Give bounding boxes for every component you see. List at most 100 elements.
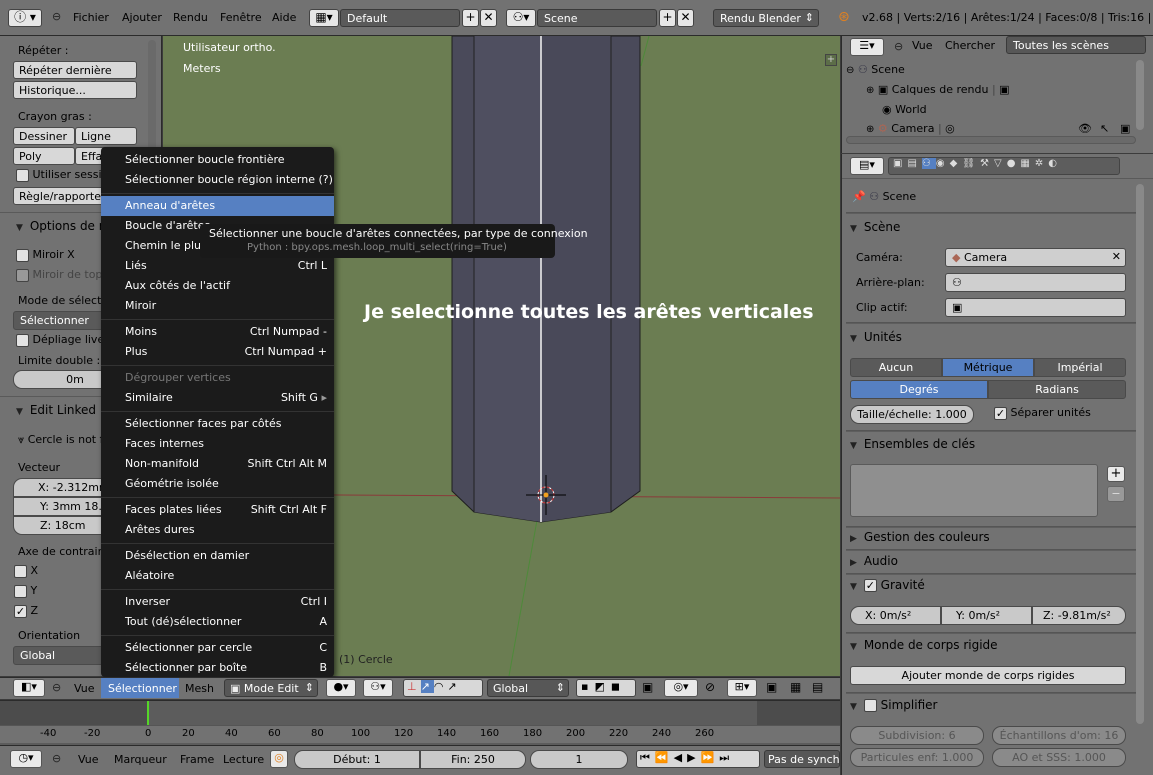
viewport-menu-select[interactable]: Sélectionner — [101, 678, 179, 698]
background-field[interactable]: ⚇ — [945, 273, 1126, 292]
line-button[interactable]: Ligne — [75, 127, 137, 145]
properties-context-tabs[interactable]: ▣▤⚇◉◆⛓⚒▽●▦✲◐ — [888, 157, 1120, 175]
keying-sets-list[interactable] — [850, 464, 1098, 517]
frame-start-field[interactable]: Début: 1 — [294, 750, 420, 769]
edit-linked-panel-header[interactable]: ▼ Edit Linked Li — [16, 403, 110, 417]
collapse-menu-icon[interactable]: ⊖ — [52, 10, 61, 23]
record-keyframes-icon[interactable]: ◎ — [270, 750, 288, 768]
menu-item-circle-select[interactable]: Sélectionner par cercle C — [101, 638, 334, 658]
menu-fichier[interactable]: Fichier — [73, 11, 109, 24]
playback-controls[interactable]: ⏮⏪◀▶⏩⏭ — [636, 750, 760, 768]
collapse-menu-icon[interactable]: ⊖ — [52, 681, 61, 694]
scene-icon[interactable]: ⚇▾ — [506, 9, 536, 27]
collapse-menu-icon[interactable]: ⊖ — [894, 40, 903, 53]
menu-item-non-manifold[interactable]: Non-manifold Shift Ctrl Alt M — [101, 454, 334, 474]
radians-button[interactable]: Radians — [988, 380, 1126, 399]
timeline[interactable]: -40 -20 0 20 40 60 80 100 120 140 160 18… — [0, 700, 840, 745]
menu-item-less[interactable]: Moins Ctrl Numpad - — [101, 322, 334, 342]
properties-editor-type-icon[interactable]: ▤▾ — [850, 157, 884, 175]
properties-toggle-icon[interactable]: + — [825, 54, 837, 66]
menu-item-box-select[interactable]: Sélectionner par boîte B — [101, 658, 334, 678]
menu-item-select-all[interactable]: Tout (dé)sélectionner A — [101, 612, 334, 632]
outliner-v-scrollbar[interactable] — [1136, 60, 1144, 130]
viewport-editor-type-icon[interactable]: ◧▾ — [13, 679, 45, 697]
scale-length-field[interactable]: Taille/échelle: 1.000 — [850, 405, 974, 424]
poly-button[interactable]: Poly — [13, 147, 75, 165]
remove-keying-set-button[interactable]: − — [1107, 486, 1125, 502]
menu-item-select-boundary-loop[interactable]: Sélectionner boucle frontière — [101, 150, 334, 170]
mirror-topo-checkbox[interactable] — [16, 268, 29, 282]
timeline-menu-marker[interactable]: Marqueur — [114, 753, 167, 766]
options-panel-header[interactable]: ▼ Options de m — [16, 219, 110, 233]
render-image-icon[interactable]: ▦ — [790, 680, 801, 694]
outliner-h-scrollbar[interactable] — [846, 136, 1136, 144]
axis-y-checkbox[interactable] — [14, 584, 27, 598]
unit-metric-button[interactable]: Métrique — [942, 358, 1034, 377]
gravity-checkbox[interactable]: ✓ — [863, 579, 877, 592]
outliner-editor-type-icon[interactable]: ☰▾ — [850, 38, 884, 56]
separate-units-checkbox[interactable]: ✓ — [994, 406, 1007, 420]
unit-imperial-button[interactable]: Impérial — [1034, 358, 1126, 377]
gravity-z-field[interactable]: Z: -9.81m/s² — [1032, 606, 1126, 625]
simplify-ao-samples-field[interactable]: Échantillons d'om: 16 — [992, 726, 1126, 745]
menu-item-linked-flat-faces[interactable]: Faces plates liées Shift Ctrl Alt F — [101, 500, 334, 520]
gravity-y-field[interactable]: Y: 0m/s² — [941, 606, 1032, 625]
mirror-x-row[interactable]: Miroir X — [16, 248, 75, 262]
repeat-last-button[interactable]: Répéter dernière — [13, 61, 137, 79]
layout-remove-button[interactable]: ✕ — [480, 9, 497, 27]
simplify-subdivision-field[interactable]: Subdivision: 6 — [850, 726, 984, 745]
snap-target-icon[interactable]: ▣ — [766, 680, 777, 694]
menu-item-interior-faces[interactable]: Faces internes — [101, 434, 334, 454]
unwrap-live-row[interactable]: Dépliage live — [16, 333, 104, 347]
menu-item-mirror[interactable]: Miroir — [101, 296, 334, 316]
menu-item-checker-deselect[interactable]: Désélection en damier — [101, 546, 334, 566]
select-mode-buttons[interactable]: ▪◩◼ — [576, 679, 636, 697]
timeline-editor-type-icon[interactable]: ◷▾ — [10, 750, 42, 768]
transform-orientation-select[interactable]: Global ⇕ — [487, 679, 569, 697]
outliner-menu-search[interactable]: Chercher — [945, 39, 995, 52]
add-rigid-body-world-button[interactable]: Ajouter monde de corps rigides — [850, 666, 1126, 685]
manipulator-buttons[interactable]: ⊥↗◠↗ — [403, 679, 483, 697]
render-animation-icon[interactable]: ▤ — [812, 680, 823, 694]
unit-none-button[interactable]: Aucun — [850, 358, 942, 377]
properties-scrollbar[interactable] — [1136, 184, 1144, 724]
menu-ajouter[interactable]: Ajouter — [122, 11, 162, 24]
limit-selection-icon[interactable]: ▣ — [642, 680, 653, 694]
units-panel-header[interactable]: ▼ Unités — [850, 330, 902, 344]
clip-field[interactable]: ▣ — [945, 298, 1126, 317]
menu-item-sharp-edges[interactable]: Arêtes dures — [101, 520, 334, 540]
render-engine-select[interactable]: Rendu Blender ⇕ — [713, 9, 819, 27]
camera-field[interactable]: ◆ Camera ✕ — [945, 248, 1126, 267]
outliner-row-world[interactable]: ◉ World — [882, 103, 927, 116]
menu-item-random[interactable]: Aléatoire — [101, 566, 334, 586]
axis-x-row[interactable]: X — [14, 564, 38, 578]
axis-z-checkbox[interactable]: ✓ — [14, 604, 27, 618]
menu-aide[interactable]: Aide — [272, 11, 296, 24]
history-button[interactable]: Historique... — [13, 81, 137, 99]
snap-toggle-icon[interactable]: ⊘ — [705, 680, 715, 694]
rigid-body-world-panel-header[interactable]: ▼ Monde de corps rigide — [850, 638, 998, 652]
outliner-row-scene[interactable]: ⊖ ⚇ Scene — [846, 63, 905, 76]
layout-grid-icon[interactable]: ▦▾ — [309, 9, 339, 27]
menu-item-similar[interactable]: Similaire Shift G ▸ — [101, 388, 334, 408]
viewport-menu-view[interactable]: Vue — [74, 682, 95, 695]
simplify-checkbox[interactable] — [863, 699, 877, 712]
outliner-display-mode-select[interactable]: Toutes les scènes — [1006, 36, 1146, 54]
simplify-panel-header[interactable]: ▼ Simplifier — [850, 698, 937, 712]
outliner-row-camera[interactable]: ⊕ ⚙ Camera | ◎ — [866, 122, 955, 135]
visibility-eye-icon[interactable]: 👁 — [1078, 122, 1092, 135]
scene-remove-button[interactable]: ✕ — [677, 9, 694, 27]
viewport-menu-mesh[interactable]: Mesh — [185, 682, 214, 695]
add-keying-set-button[interactable]: + — [1107, 466, 1125, 482]
outliner-menu-view[interactable]: Vue — [912, 39, 933, 52]
color-management-panel-header[interactable]: ▶ Gestion des couleurs — [850, 530, 990, 544]
frame-end-field[interactable]: Fin: 250 — [420, 750, 526, 769]
menu-item-linked[interactable]: Liés Ctrl L — [101, 256, 334, 276]
menu-item-more[interactable]: Plus Ctrl Numpad + — [101, 342, 334, 362]
menu-rendu[interactable]: Rendu — [173, 11, 208, 24]
menu-item-select-loop-inner-region[interactable]: Sélectionner boucle région interne (?) — [101, 170, 334, 190]
keying-sets-panel-header[interactable]: ▼ Ensembles de clés — [850, 437, 975, 451]
render-camera-icon[interactable]: ▣ — [1120, 122, 1130, 135]
snap-element-icon[interactable]: ⊞▾ — [727, 679, 757, 697]
mirror-topo-row[interactable]: Miroir de topo — [16, 268, 109, 282]
